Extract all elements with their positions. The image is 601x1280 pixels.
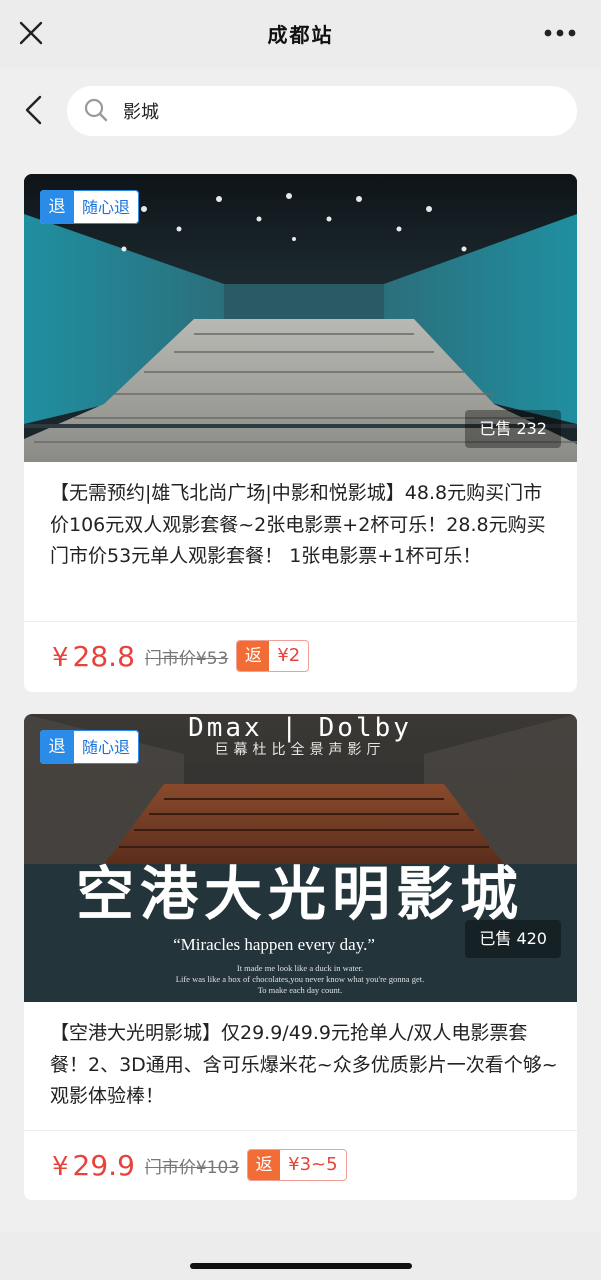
listing-card[interactable]: 退 随心退 已售 232 【无需预约|雄飞北尚广场|中影和悦影城】48.8元购买… (24, 174, 577, 692)
price-row: ¥28.8 门市价¥53 返 ¥2 (52, 631, 310, 681)
rebate-icon: 返 (237, 641, 270, 671)
more-icon[interactable] (543, 28, 577, 38)
rebate-icon: 返 (248, 1150, 281, 1180)
refund-tag: 退 随心退 (40, 190, 140, 224)
back-icon[interactable] (22, 94, 46, 126)
refund-tag: 退 随心退 (40, 730, 140, 764)
image-line-3: To make each day count. (258, 985, 343, 995)
image-line-1: It made me look like a duck in water. (237, 963, 363, 973)
home-indicator[interactable] (190, 1263, 412, 1269)
top-bar: 成都站 (0, 0, 601, 68)
price-row: ¥29.9 门市价¥103 返 ¥3~5 (52, 1140, 347, 1190)
refund-tag-icon: 退 (40, 190, 74, 224)
search-query: 影城 (123, 102, 159, 123)
search-row: 影城 (0, 68, 601, 158)
price: ¥29.9 (52, 1148, 135, 1182)
refund-tag-icon: 退 (40, 730, 74, 764)
search-icon (84, 98, 108, 122)
refund-tag-label: 随心退 (74, 730, 140, 764)
search-input[interactable]: 影城 (67, 86, 577, 136)
sold-count: 已售 232 (465, 410, 561, 448)
listing-description: 【空港大光明影城】仅29.9/49.9元抢单人/双人电影票套餐！2、3D通用、含… (50, 1022, 558, 1107)
divider (24, 621, 577, 622)
listing-image: 退 随心退 已售 232 (24, 174, 577, 462)
bottom-safe-area (0, 1232, 601, 1280)
image-subtitle: 巨幕杜比全景声影厅 (215, 741, 386, 758)
market-price: 门市价¥103 (144, 1157, 240, 1178)
page-title: 成都站 (267, 23, 334, 47)
listing-description: 【无需预约|雄飞北尚广场|中影和悦影城】48.8元购买门市价106元双人观影套餐… (50, 482, 546, 567)
listing-card[interactable]: Dmax | Dolby 巨幕杜比全景声影厅 空港大光明影城 “Miracles… (24, 714, 577, 1200)
rebate-badge: 返 ¥2 (236, 640, 310, 672)
image-quote: “Miracles happen every day.” (173, 935, 375, 954)
price: ¥28.8 (52, 639, 135, 673)
rebate-amount: ¥2 (277, 645, 301, 666)
rebate-badge: 返 ¥3~5 (247, 1149, 347, 1181)
image-title-top: Dmax | Dolby (188, 714, 412, 743)
rebate-amount: ¥3~5 (288, 1154, 338, 1175)
image-big-title: 空港大光明影城 (76, 860, 524, 928)
divider (24, 1130, 577, 1131)
market-price: 门市价¥53 (144, 648, 229, 669)
image-line-2: Life was like a box of chocolates,you ne… (176, 974, 424, 984)
sold-count: 已售 420 (465, 920, 561, 958)
listing-image: Dmax | Dolby 巨幕杜比全景声影厅 空港大光明影城 “Miracles… (24, 714, 577, 1002)
refund-tag-label: 随心退 (74, 190, 140, 224)
